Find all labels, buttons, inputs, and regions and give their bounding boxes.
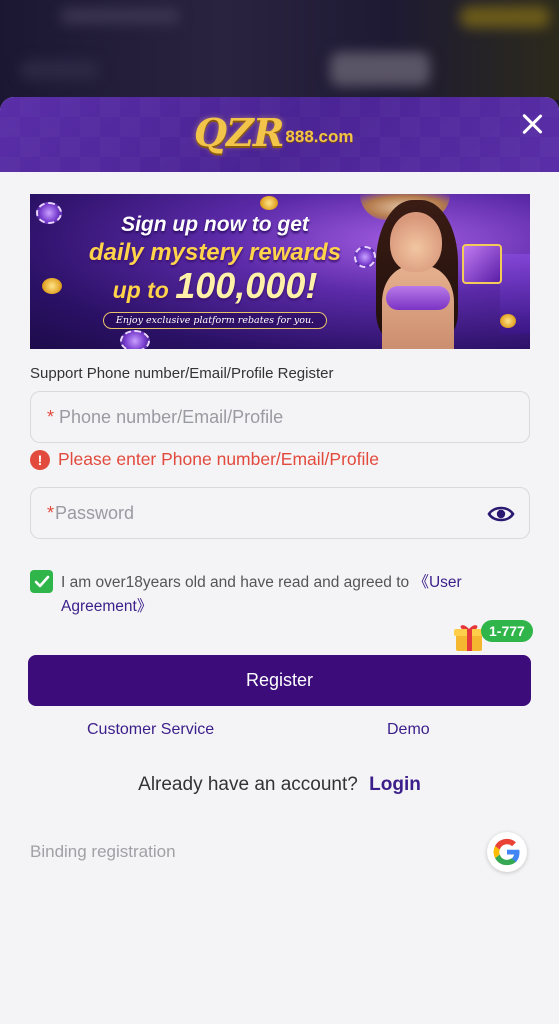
- google-icon: [493, 838, 520, 866]
- gift-icon: [454, 625, 484, 651]
- phone-input[interactable]: [59, 392, 529, 442]
- banner-line3: up to 100,000!: [70, 268, 360, 308]
- gold-coin-icon: [42, 278, 62, 294]
- check-icon: [34, 575, 49, 587]
- brand-logo: QZR 888.com: [194, 113, 353, 153]
- agreement-text: I am over18years old and have read and a…: [61, 571, 521, 619]
- binding-registration-label: Binding registration: [30, 842, 176, 861]
- gift-box-icon: [462, 244, 502, 284]
- password-input[interactable]: [55, 488, 529, 538]
- background-blob: [60, 8, 180, 24]
- promo-gift[interactable]: 1-777: [453, 618, 539, 654]
- figure-top: [386, 286, 450, 310]
- agreement-checkbox[interactable]: [30, 570, 53, 593]
- agreement-statement: I am over18years old and have read and a…: [61, 574, 410, 591]
- modal-header: QZR 888.com: [0, 97, 559, 172]
- promo-badge: 1-777: [481, 620, 533, 642]
- support-label: Support Phone number/Email/Profile Regis…: [30, 365, 334, 382]
- required-mark: *: [47, 502, 55, 523]
- logo-sub: 888.com: [285, 127, 354, 146]
- customer-service-link[interactable]: Customer Service: [87, 721, 214, 739]
- banner-line1: Sign up now to get: [121, 213, 309, 236]
- logo-main: QZR: [194, 110, 284, 155]
- required-mark: *: [47, 406, 55, 427]
- demo-link[interactable]: Demo: [387, 721, 430, 739]
- banner-amount: 100,000!: [175, 265, 318, 306]
- error-icon: !: [30, 449, 50, 470]
- phone-error-text: Please enter Phone number/Email/Profile: [58, 449, 380, 469]
- google-login-button[interactable]: [487, 832, 527, 872]
- figure-head: [390, 212, 442, 272]
- register-button[interactable]: Register: [28, 655, 531, 706]
- login-prompt: Already have an account? Login: [0, 774, 559, 796]
- phone-error: ! Please enter Phone number/Email/Profil…: [30, 449, 379, 470]
- banner-line3-prefix: up to: [112, 277, 169, 303]
- already-account-text: Already have an account?: [138, 774, 358, 795]
- banner-line2: daily mystery rewards: [88, 239, 342, 266]
- background-blob: [460, 6, 550, 28]
- background-blob: [20, 60, 100, 80]
- password-field: *: [30, 487, 530, 539]
- casino-chip-icon: [120, 330, 150, 349]
- background-blob: [330, 52, 430, 86]
- login-link[interactable]: Login: [369, 774, 421, 795]
- background-app: [0, 0, 559, 100]
- gold-coin-icon: [260, 196, 278, 210]
- banner-text: Sign up now to get daily mystery rewards…: [70, 212, 360, 329]
- close-icon[interactable]: [517, 109, 547, 139]
- promo-banner: Sign up now to get daily mystery rewards…: [30, 194, 530, 349]
- register-modal: QZR 888.com Sign up now to get daily mys…: [0, 97, 559, 1024]
- casino-chip-icon: [36, 202, 62, 224]
- gold-coin-icon: [500, 314, 516, 328]
- phone-field: *: [30, 391, 530, 443]
- banner-subtitle: Enjoy exclusive platform rebates for you…: [102, 312, 328, 329]
- eye-icon[interactable]: [487, 501, 515, 527]
